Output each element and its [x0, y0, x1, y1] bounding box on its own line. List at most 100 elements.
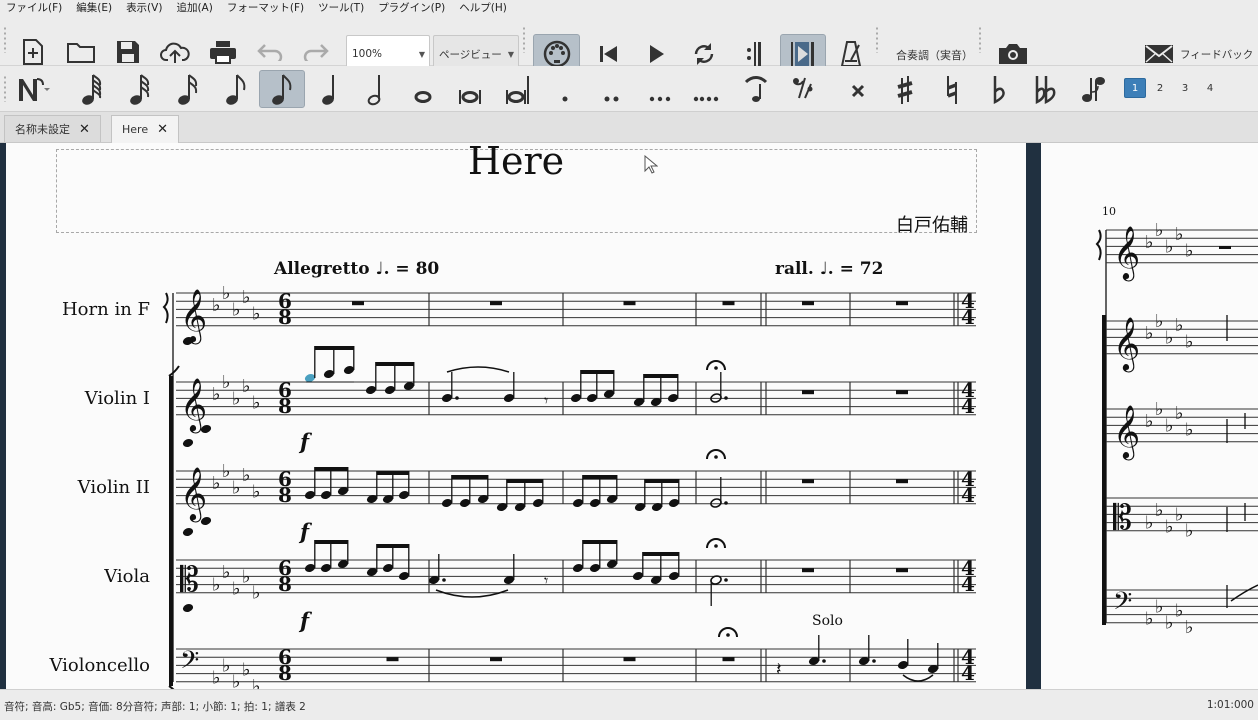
tie — [435, 589, 509, 598]
flat-icon: ♭ — [212, 473, 221, 494]
toolbar-grip[interactable] — [977, 27, 983, 53]
undo-icon[interactable] — [254, 36, 286, 68]
redo-icon[interactable] — [300, 36, 332, 68]
quarter-note-icon[interactable] — [312, 70, 348, 108]
tie — [902, 674, 934, 682]
treble-clef-icon: 𝄞 — [180, 466, 207, 522]
menu-edit[interactable]: 編集(E) — [76, 0, 112, 15]
time-signature-digit: 8 — [278, 572, 292, 596]
whole-rest — [802, 390, 814, 395]
double-flat-icon[interactable] — [1028, 70, 1064, 108]
menu-format[interactable]: フォーマット(F) — [227, 0, 304, 15]
treble-clef-icon: 𝄞 — [180, 377, 207, 433]
8th-note-icon[interactable] — [259, 70, 305, 108]
menu-bar: ファイル(F) 編集(E) 表示(V) 追加(A) フォーマット(F) ツール(… — [0, 0, 1258, 14]
toolbar-grip[interactable] — [874, 27, 880, 53]
flat-icon: ♭ — [252, 583, 261, 604]
dynamic-forte[interactable]: f — [300, 608, 309, 633]
print-icon[interactable] — [206, 36, 240, 68]
beam — [314, 467, 348, 471]
note-input-mode-icon[interactable] — [14, 70, 54, 108]
triple-dot-icon[interactable] — [642, 70, 678, 108]
menu-add[interactable]: 追加(A) — [176, 0, 212, 15]
dynamic-forte[interactable]: f — [300, 519, 309, 544]
menu-view[interactable]: 表示(V) — [126, 0, 162, 15]
32nd-note-icon[interactable] — [122, 70, 158, 108]
flat-icon: ♭ — [1155, 220, 1164, 241]
double-dot-icon[interactable] — [594, 70, 630, 108]
flat-icon: ♭ — [232, 388, 241, 409]
alto-clef-icon: 𝄡 — [1113, 498, 1132, 538]
16th-note-icon[interactable] — [170, 70, 206, 108]
voice-3-button[interactable]: 3 — [1174, 78, 1196, 98]
time-signature-digit: 4 — [961, 305, 975, 329]
notation-system-2[interactable]: 𝄞 ♭♭♭♭♭𝄞 ♭♭♭♭♭𝄞 ♭♭♭♭♭𝄡 ♭♭♭♭♭𝄢 ♭♭♭♭♭ — [1041, 143, 1258, 689]
close-icon[interactable]: ✕ — [79, 122, 90, 137]
voice-4-button[interactable]: 4 — [1199, 78, 1221, 98]
bracket — [169, 376, 173, 686]
flat-icon: ♭ — [1175, 315, 1184, 336]
whole-note-icon[interactable] — [405, 70, 441, 108]
treble-clef-icon: 𝄞 — [1113, 225, 1140, 281]
voice-2-button[interactable]: 2 — [1149, 78, 1171, 98]
whole-rest — [386, 657, 399, 662]
fermata-dot — [726, 633, 730, 637]
whole-rest — [490, 301, 502, 306]
save-icon[interactable] — [112, 36, 144, 68]
feedback-link[interactable]: フィードバック — [1180, 47, 1253, 62]
whole-rest — [623, 657, 636, 662]
menu-file[interactable]: ファイル(F) — [6, 0, 62, 15]
solo-text[interactable]: Solo — [812, 613, 843, 629]
eighth-rest: 𝄾 — [544, 571, 548, 590]
8th-note-alt-icon[interactable] — [218, 70, 254, 108]
flat-icon: ♭ — [232, 477, 241, 498]
mail-icon[interactable] — [1143, 40, 1175, 68]
tie-icon[interactable] — [738, 70, 774, 108]
quadruple-dot-icon[interactable] — [688, 70, 724, 108]
concert-pitch-toggle[interactable]: 合奏調（実音） — [896, 47, 973, 63]
voice-1-button[interactable]: 1 — [1124, 78, 1146, 98]
treble-clef-icon: 𝄞 — [1113, 404, 1140, 460]
toolbar-grip[interactable] — [521, 27, 527, 53]
flip-direction-icon[interactable] — [1076, 70, 1112, 108]
flat-icon: ♭ — [1185, 419, 1194, 440]
flat-icon: ♭ — [242, 465, 251, 486]
bracket — [1102, 315, 1106, 625]
flat-icon: ♭ — [212, 668, 221, 689]
flat-icon[interactable] — [981, 70, 1017, 108]
flat-icon: ♭ — [1145, 609, 1154, 630]
close-icon[interactable]: ✕ — [157, 122, 168, 137]
beam — [375, 362, 414, 366]
menu-plugins[interactable]: プラグイン(P) — [378, 0, 445, 15]
tab-untitled[interactable]: 名称未設定 ✕ — [4, 115, 101, 142]
longa-note-icon[interactable] — [499, 70, 535, 108]
new-score-icon[interactable] — [18, 36, 48, 68]
natural-icon[interactable] — [934, 70, 970, 108]
flat-icon: ♭ — [1185, 331, 1194, 352]
toolbar-grip[interactable] — [2, 27, 8, 53]
notation-system[interactable]: 𝄞 ♭♭♭♭♭𝄞 ♭♭♭♭♭𝄞 ♭♭♭♭♭𝄡 ♭♭♭♭♭𝄢 ♭♭♭♭♭𝄾𝄾𝄽 — [6, 143, 1026, 689]
fermata-dot — [714, 455, 718, 459]
dynamic-forte[interactable]: f — [300, 429, 309, 454]
toolbar-grip[interactable] — [2, 76, 8, 102]
time-signature-digit: 4 — [961, 394, 975, 418]
fermata-dot — [714, 544, 718, 548]
breve-note-icon[interactable] — [452, 70, 488, 108]
upload-cloud-icon[interactable] — [158, 36, 192, 68]
bracket-hook — [168, 365, 180, 377]
whole-rest — [1219, 246, 1231, 249]
sharp-icon[interactable] — [887, 70, 923, 108]
whole-rest — [896, 390, 908, 395]
tab-here[interactable]: Here ✕ — [111, 115, 179, 143]
score-canvas[interactable]: Here 白戸佑輔 Allegretto ♩. = 80 rall. ♩. = … — [0, 143, 1258, 689]
open-folder-icon[interactable] — [64, 36, 98, 68]
double-sharp-icon[interactable] — [840, 70, 876, 108]
flat-icon: ♭ — [1185, 617, 1194, 638]
half-note-icon[interactable] — [358, 70, 394, 108]
augmentation-dot-icon[interactable] — [547, 70, 583, 108]
rest-icon[interactable] — [786, 70, 822, 108]
64th-note-icon[interactable] — [74, 70, 110, 108]
note-head — [182, 604, 194, 612]
menu-tools[interactable]: ツール(T) — [318, 0, 364, 15]
menu-help[interactable]: ヘルプ(H) — [459, 0, 507, 15]
